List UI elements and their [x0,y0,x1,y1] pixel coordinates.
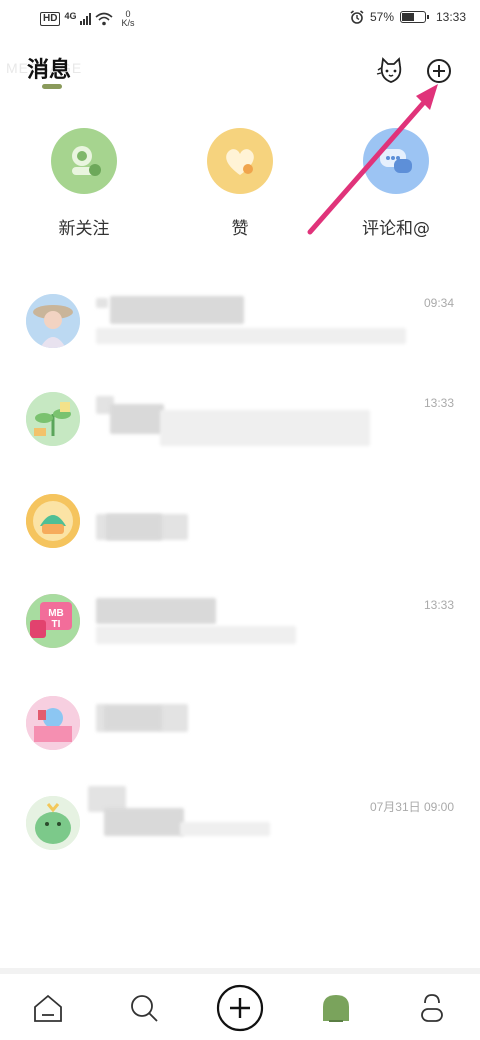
list-item[interactable]: MB TI 13:33 [0,576,480,676]
signal-icon [80,13,92,25]
heart-icon [207,128,273,194]
message-time: 07月31日 09:00 [369,800,454,814]
list-item[interactable] [0,678,480,778]
clock: 13:33 [435,10,466,24]
home-icon[interactable] [24,984,72,1032]
hd-badge: HD [40,12,61,26]
new-follow-icon [51,128,117,194]
message-time: 09:34 [423,296,454,310]
green-dino-avatar [26,796,80,850]
network-gen: 4G [64,11,77,21]
svg-text:TI: TI [52,619,61,630]
green-plant-avatar [26,392,80,446]
tab-bar [0,974,480,1040]
list-item[interactable] [0,476,480,576]
profile-icon[interactable] [408,984,456,1032]
add-icon[interactable] [216,984,264,1032]
status-right: 57% [350,10,429,24]
add-circle-icon[interactable] [424,56,454,86]
battery-fill [402,13,414,21]
svg-text:MB: MB [48,608,64,619]
alarm-icon [350,10,364,24]
mbti-avatar: MB TI [26,594,80,648]
messages-icon[interactable] [312,984,360,1032]
comment-bubble-icon [363,128,429,194]
quick-entry-label: 赞 [231,219,249,239]
page-title: 消息 [27,58,72,83]
woman-hat-avatar [26,294,80,348]
status-bar: HD 4G 0 K/s 57% 13:33 [0,0,480,36]
list-item[interactable]: 09:34 [0,270,480,370]
quick-entry-label: 新关注 [58,219,110,239]
status-left: HD 4G 0 K/s [40,10,134,28]
battery-percent: 57% [369,10,394,24]
search-icon[interactable] [120,984,168,1032]
header: MESSAGE 消息 [0,40,480,96]
yellow-mascot-avatar [26,494,80,548]
list-item[interactable]: 13:33 [0,372,480,472]
quick-entry-new-follow[interactable]: 新关注 [34,128,134,239]
quick-entry-comments[interactable]: 评论和@ [346,128,446,239]
net-speed-unit: K/s [121,18,135,28]
quick-entry-label: 评论和@ [362,219,430,239]
wifi-icon [95,12,113,26]
message-time: 13:33 [423,598,454,612]
list-item[interactable]: 07月31日 09:00 [0,778,480,878]
message-time: 13:33 [423,396,454,410]
pink-castle-avatar [26,696,80,750]
title-underline [42,84,62,89]
quick-entry-likes[interactable]: 赞 [190,128,290,239]
cat-mascot-icon[interactable] [376,56,406,86]
battery-icon [400,11,429,23]
net-speed: 0 K/s [121,10,134,28]
